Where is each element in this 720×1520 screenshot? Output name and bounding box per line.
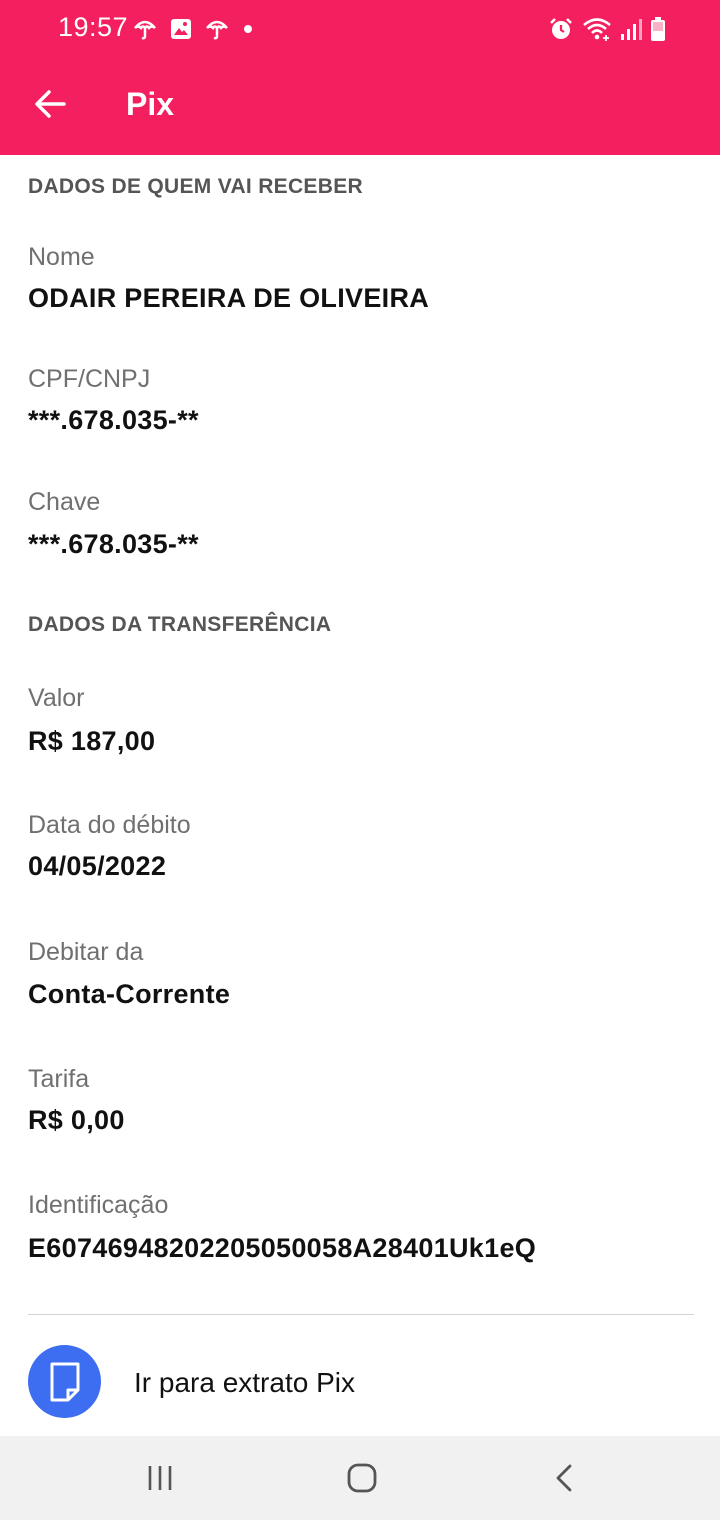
debit-account-value: Conta-Corrente — [28, 979, 231, 1009]
recent-apps-icon — [148, 1466, 172, 1490]
top-bar: 19:57 Pix — [0, 0, 720, 155]
recent-apps-button[interactable] — [138, 1458, 182, 1498]
umbrella-notification-icon — [132, 16, 158, 42]
fee-value: R$ 0,00 — [28, 1105, 125, 1135]
notification-icons — [132, 14, 254, 44]
name-label: Nome — [28, 243, 95, 271]
amount-value: R$ 187,00 — [28, 726, 156, 756]
go-to-pix-statement-button[interactable]: Ir para extrato Pix — [0, 1330, 720, 1434]
system-navigation-bar — [0, 1436, 720, 1520]
alarm-icon — [548, 16, 574, 42]
wifi-icon — [582, 16, 612, 42]
recipient-section-header: DADOS DE QUEM VAI RECEBER — [28, 175, 363, 198]
home-button[interactable] — [340, 1458, 384, 1498]
home-icon — [347, 1463, 377, 1493]
app-bar: Pix — [0, 58, 720, 155]
status-bar: 19:57 — [0, 0, 720, 58]
app-screen: 19:57 Pix DADOS DE QUEM VAI RECEBER Nome… — [0, 0, 720, 1520]
pix-key-label: Chave — [28, 488, 101, 516]
amount-label: Valor — [28, 684, 85, 712]
debit-date-value: 04/05/2022 — [28, 851, 167, 881]
statement-icon-circle — [28, 1345, 101, 1418]
name-value: ODAIR PEREIRA DE OLIVEIRA — [28, 283, 430, 313]
arrow-left-icon — [35, 90, 66, 118]
debit-account-label: Debitar da — [28, 938, 144, 966]
image-notification-icon — [170, 18, 192, 40]
debit-date-label: Data do débito — [28, 811, 191, 839]
divider — [28, 1314, 694, 1315]
status-time: 19:57 — [58, 12, 129, 42]
cpf-cnpj-value: ***.678.035-** — [28, 405, 199, 435]
dot-icon — [242, 23, 254, 35]
system-status-icons — [548, 14, 666, 44]
identification-label: Identificação — [28, 1191, 169, 1219]
fee-label: Tarifa — [28, 1065, 90, 1093]
transfer-section-header: DADOS DA TRANSFERÊNCIA — [28, 613, 332, 636]
back-icon — [556, 1464, 572, 1492]
identification-value: E60746948202205050058A28401Uk1eQ — [28, 1233, 537, 1263]
pix-key-value: ***.678.035-** — [28, 529, 199, 559]
document-icon — [50, 1362, 79, 1401]
page-title: Pix — [126, 86, 175, 122]
back-button[interactable] — [26, 80, 74, 128]
battery-icon — [650, 16, 666, 42]
go-to-pix-statement-label: Ir para extrato Pix — [134, 1367, 355, 1398]
cpf-cnpj-label: CPF/CNPJ — [28, 365, 151, 393]
umbrella-notification-icon — [204, 16, 230, 42]
signal-icon — [620, 17, 642, 41]
system-back-button[interactable] — [542, 1458, 586, 1498]
